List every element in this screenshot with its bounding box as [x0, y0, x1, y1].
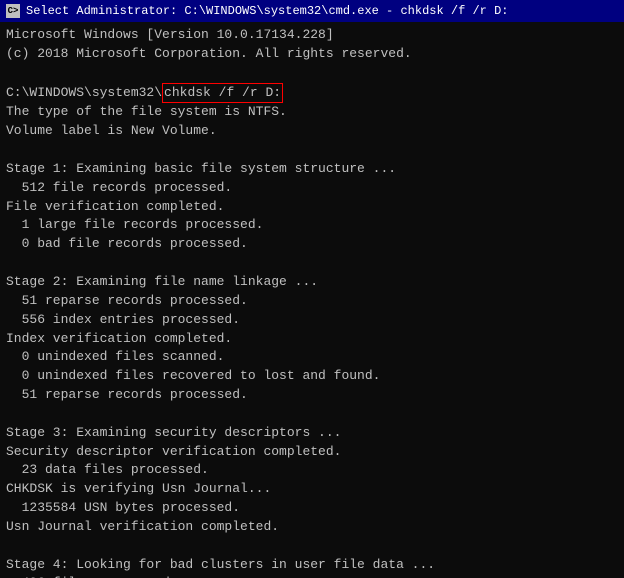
terminal-line: File verification completed. [6, 198, 618, 217]
empty-line [6, 141, 618, 160]
terminal-body: Microsoft Windows [Version 10.0.17134.22… [0, 22, 624, 578]
terminal-line: CHKDSK is verifying Usn Journal... [6, 480, 618, 499]
cmd-icon: C> [6, 4, 20, 18]
empty-line [6, 405, 618, 424]
empty-line [6, 537, 618, 556]
terminal-line: 512 file records processed. [6, 179, 618, 198]
terminal-line: The type of the file system is NTFS. [6, 103, 618, 122]
terminal-line: 0 unindexed files recovered to lost and … [6, 367, 618, 386]
terminal-line: (c) 2018 Microsoft Corporation. All righ… [6, 45, 618, 64]
title-bar: C> Select Administrator: C:\WINDOWS\syst… [0, 0, 624, 22]
terminal-line: 51 reparse records processed. [6, 292, 618, 311]
terminal-line: Index verification completed. [6, 330, 618, 349]
empty-line [6, 64, 618, 83]
command-line: C:\WINDOWS\system32\chkdsk /f /r D: [6, 83, 618, 104]
terminal-line: Microsoft Windows [Version 10.0.17134.22… [6, 26, 618, 45]
title-text: Select Administrator: C:\WINDOWS\system3… [26, 4, 508, 18]
terminal-line: 556 index entries processed. [6, 311, 618, 330]
prompt-text: C:\WINDOWS\system32 [6, 84, 154, 103]
terminal-line: 23 data files processed. [6, 461, 618, 480]
terminal-line: 1 large file records processed. [6, 216, 618, 235]
terminal-line: Volume label is New Volume. [6, 122, 618, 141]
terminal-line: 1235584 USN bytes processed. [6, 499, 618, 518]
prompt-separator: \ [154, 84, 162, 103]
terminal-line: Usn Journal verification completed. [6, 518, 618, 537]
terminal-line: Stage 3: Examining security descriptors … [6, 424, 618, 443]
empty-line [6, 254, 618, 273]
terminal-line: 496 files processed. [6, 574, 618, 578]
terminal-line: Stage 2: Examining file name linkage ... [6, 273, 618, 292]
terminal-line: 0 unindexed files scanned. [6, 348, 618, 367]
terminal-line: 51 reparse records processed. [6, 386, 618, 405]
terminal-line: Stage 1: Examining basic file system str… [6, 160, 618, 179]
terminal-line: 0 bad file records processed. [6, 235, 618, 254]
terminal-line: Stage 4: Looking for bad clusters in use… [6, 556, 618, 575]
terminal-line: Security descriptor verification complet… [6, 443, 618, 462]
command-highlight: chkdsk /f /r D: [162, 83, 283, 104]
